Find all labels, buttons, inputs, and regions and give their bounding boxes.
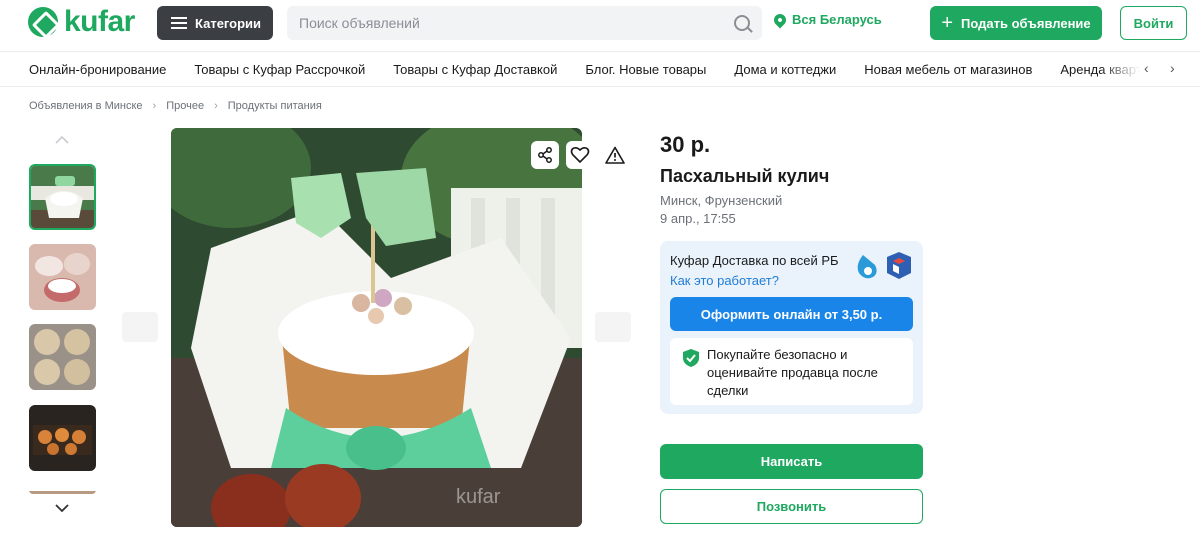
how-it-works-link[interactable]: Как это работает? — [670, 273, 779, 288]
next-photo-button[interactable] — [595, 312, 631, 342]
warning-icon — [605, 146, 625, 164]
nav-item-houses[interactable]: Дома и коттеджи — [734, 62, 836, 77]
region-label: Вся Беларусь — [792, 12, 882, 27]
listing-price: 30 р. — [660, 132, 711, 157]
nav-item-online-booking[interactable]: Онлайн-бронирование — [29, 62, 166, 77]
thumbnail[interactable] — [29, 486, 96, 494]
chevron-right-icon[interactable]: › — [1170, 60, 1175, 76]
shield-check-icon — [683, 349, 699, 367]
heart-icon — [570, 146, 590, 164]
breadcrumb-item[interactable]: Прочее — [166, 100, 204, 112]
search-input[interactable] — [299, 15, 734, 31]
listing-title: Пасхальный кулич — [660, 166, 830, 186]
safe-deal-box: Покупайте безопасно и оценивайте продавц… — [670, 338, 913, 405]
kufar-logo[interactable]: kufar — [28, 5, 135, 39]
delivery-panel: Куфар Доставка по всей РБ Как это работа… — [660, 241, 923, 414]
login-button[interactable]: Войти — [1120, 6, 1187, 40]
region-selector[interactable]: Вся Беларусь — [771, 11, 882, 28]
nav-item-delivery[interactable]: Товары с Куфар Доставкой — [393, 62, 557, 77]
search-icon[interactable] — [734, 15, 750, 31]
write-message-button[interactable]: Написать — [660, 444, 923, 479]
listing-location: Минск, Фрунзенский — [660, 193, 783, 208]
post-ad-label: Подать объявление — [961, 15, 1091, 31]
report-button[interactable] — [601, 141, 629, 169]
nav-item-furniture[interactable]: Новая мебель от магазинов — [864, 62, 1032, 77]
photo-watermark: kufar — [456, 486, 501, 508]
nav-items: Онлайн-бронирование Товары с Куфар Расср… — [29, 52, 1139, 86]
thumbnail[interactable] — [29, 324, 96, 390]
thumbnail[interactable] — [29, 164, 96, 230]
breadcrumb-item[interactable]: Продукты питания — [228, 100, 322, 112]
location-pin-icon — [771, 11, 789, 28]
main-photo[interactable]: kufar — [171, 128, 582, 527]
categories-button[interactable]: Категории — [157, 6, 273, 40]
breadcrumb: Объявления в Минске › Прочее › Продукты … — [29, 100, 322, 112]
checkout-online-button[interactable]: Оформить онлайн от 3,50 р. — [670, 297, 913, 331]
call-button[interactable]: Позвонить — [660, 489, 923, 524]
chevron-left-icon[interactable]: ‹ — [1144, 60, 1149, 76]
favorite-button[interactable] — [566, 141, 594, 169]
share-button[interactable] — [531, 141, 559, 169]
thumbnail[interactable] — [29, 244, 96, 310]
header: kufar Категории Вся Беларусь + Подать об… — [0, 0, 1200, 48]
delivery-title: Куфар Доставка по всей РБ — [670, 253, 839, 268]
breadcrumb-separator-icon: › — [214, 100, 218, 112]
logo-text: kufar — [64, 5, 135, 38]
share-icon — [538, 147, 552, 163]
prev-photo-button[interactable] — [122, 312, 158, 342]
categories-label: Категории — [195, 15, 262, 31]
nav-item-blog[interactable]: Блог. Новые товары — [585, 62, 706, 77]
logo-icon — [28, 7, 58, 37]
listing-date: 9 апр., 17:55 — [660, 211, 736, 226]
post-ad-button[interactable]: + Подать объявление — [930, 6, 1102, 40]
safe-deal-text: Покупайте безопасно и оценивайте продавц… — [707, 347, 878, 398]
breadcrumb-separator-icon: › — [152, 100, 157, 112]
breadcrumb-item[interactable]: Объявления в Минске — [29, 100, 143, 112]
plus-icon: + — [941, 12, 954, 34]
chevron-down-icon[interactable] — [55, 504, 69, 512]
chevron-up-icon[interactable] — [55, 136, 69, 144]
category-nav: Онлайн-бронирование Товары с Куфар Расср… — [0, 51, 1200, 87]
thumbnail[interactable] — [29, 405, 96, 471]
nav-item-installments[interactable]: Товары с Куфар Рассрочкой — [194, 62, 365, 77]
menu-icon — [171, 17, 187, 29]
delivery-logo-icon — [857, 252, 911, 279]
nav-fade — [1100, 52, 1140, 86]
search-bar — [287, 6, 762, 40]
